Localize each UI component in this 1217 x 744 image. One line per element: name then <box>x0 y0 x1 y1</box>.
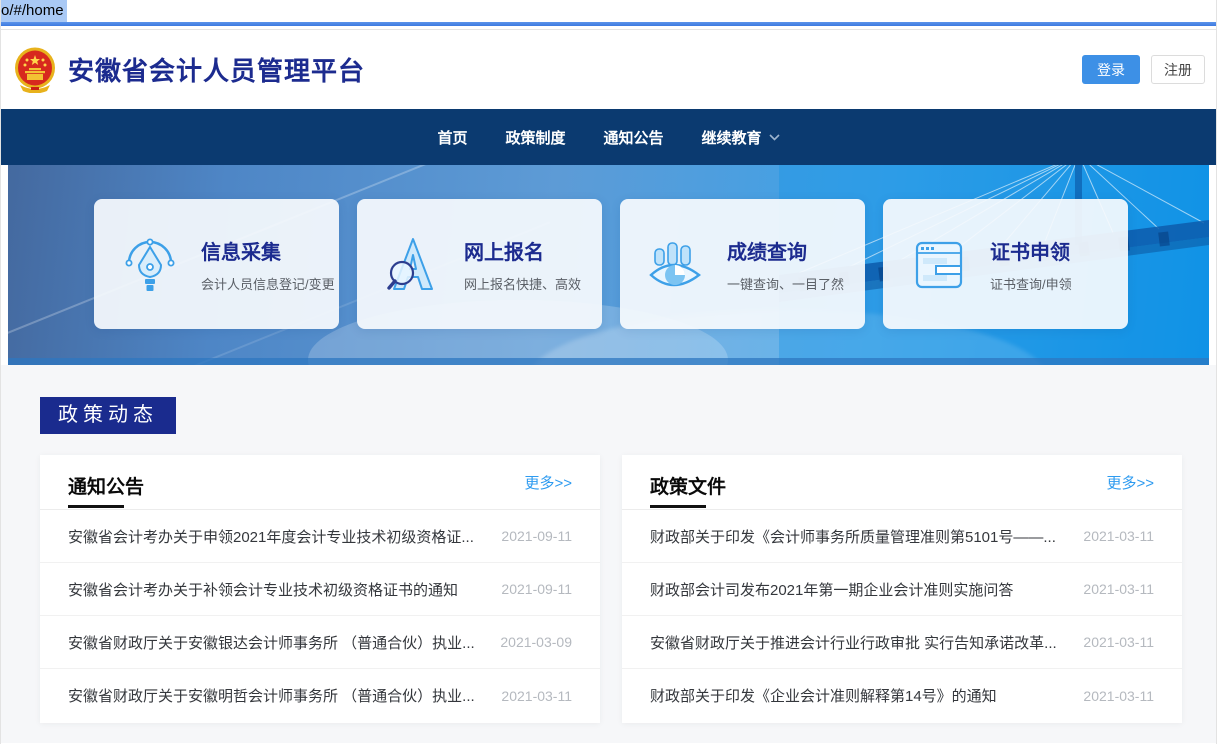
policy-files-panel: 政策文件 更多>> 财政部关于印发《会计师事务所质量管理准则第5101号——..… <box>622 455 1182 723</box>
policy-section: 政策动态 通知公告 更多>> 安徽省会计考办关于申领2021年度会计专业技术初级… <box>0 365 1217 743</box>
policy-title: 安徽省财政厅关于推进会计行业行政审批 实行告知承诺改革... <box>650 632 1057 653</box>
policy-title: 财政部关于印发《会计师事务所质量管理准则第5101号——... <box>650 526 1056 547</box>
national-emblem-logo <box>14 47 56 93</box>
card-subtitle: 会计人员信息登记/变更 <box>201 274 335 293</box>
policy-date: 2021-03-11 <box>1083 634 1154 650</box>
notice-title: 安徽省会计考办关于补领会计专业技术初级资格证书的通知 <box>68 579 458 600</box>
card-title: 证书申领 <box>990 236 1072 265</box>
card-certificate-application[interactable]: 证书申领 证书查询/申领 <box>883 199 1128 329</box>
pen-nib-icon <box>121 235 179 293</box>
list-item[interactable]: 安徽省会计考办关于申领2021年度会计专业技术初级资格证... 2021-09-… <box>40 510 600 563</box>
notice-date: 2021-09-11 <box>501 528 572 544</box>
nav-label: 通知公告 <box>604 127 664 148</box>
hero-banner: 信息采集 会计人员信息登记/变更 网上报名 网上报名快捷、高效 <box>8 165 1209 365</box>
list-item[interactable]: 财政部关于印发《企业会计准则解释第14号》的通知 2021-03-11 <box>622 669 1182 722</box>
notice-title: 安徽省财政厅关于安徽明哲会计师事务所 （普通合伙）执业... <box>68 685 475 706</box>
notices-panel: 通知公告 更多>> 安徽省会计考办关于申领2021年度会计专业技术初级资格证..… <box>40 455 600 723</box>
list-item[interactable]: 财政部关于印发《会计师事务所质量管理准则第5101号——... 2021-03-… <box>622 510 1182 563</box>
browser-url-bar[interactable]: o/#/home <box>0 0 1217 22</box>
nav-item-policy[interactable]: 政策制度 <box>505 127 565 148</box>
eye-chart-icon <box>647 235 705 293</box>
notice-title: 安徽省财政厅关于安徽银达会计师事务所 （普通合伙）执业... <box>68 632 475 653</box>
notices-more-link[interactable]: 更多>> <box>524 472 572 493</box>
card-title: 信息采集 <box>201 236 335 265</box>
banner-bottom-strip <box>8 358 1209 365</box>
list-item[interactable]: 安徽省财政厅关于安徽明哲会计师事务所 （普通合伙）执业... 2021-03-1… <box>40 669 600 722</box>
nav-item-notices[interactable]: 通知公告 <box>604 127 664 148</box>
notice-date: 2021-09-11 <box>501 581 572 597</box>
card-online-registration[interactable]: 网上报名 网上报名快捷、高效 <box>357 199 602 329</box>
url-text[interactable]: o/#/home <box>0 0 67 22</box>
list-item[interactable]: 安徽省会计考办关于补领会计专业技术初级资格证书的通知 2021-09-11 <box>40 563 600 616</box>
quick-action-cards: 信息采集 会计人员信息登记/变更 网上报名 网上报名快捷、高效 <box>94 199 1128 329</box>
page-title: 安徽省会计人员管理平台 <box>68 51 365 88</box>
policy-title: 财政部会计司发布2021年第一期企业会计准则实施问答 <box>650 579 1013 600</box>
policy-title: 财政部关于印发《企业会计准则解释第14号》的通知 <box>650 685 997 706</box>
nav-label: 继续教育 <box>702 127 762 148</box>
header-actions: 登录 注册 <box>1082 55 1205 84</box>
card-title: 成绩查询 <box>727 236 844 265</box>
notice-date: 2021-03-09 <box>500 634 572 650</box>
policy-dynamics-badge: 政策动态 <box>40 397 176 434</box>
panel-title: 政策文件 <box>650 466 726 499</box>
card-info-collection[interactable]: 信息采集 会计人员信息登记/变更 <box>94 199 339 329</box>
nav-item-home[interactable]: 首页 <box>437 127 467 148</box>
card-score-inquiry[interactable]: 成绩查询 一键查询、一目了然 <box>620 199 865 329</box>
register-button[interactable]: 注册 <box>1151 55 1205 84</box>
login-button[interactable]: 登录 <box>1082 55 1140 84</box>
card-subtitle: 证书查询/申领 <box>990 274 1072 293</box>
notice-date: 2021-03-11 <box>501 688 572 704</box>
main-navigation: 首页 政策制度 通知公告 继续教育 <box>0 109 1217 165</box>
policy-date: 2021-03-11 <box>1083 528 1154 544</box>
policy-date: 2021-03-11 <box>1083 581 1154 597</box>
list-item[interactable]: 安徽省财政厅关于安徽银达会计师事务所 （普通合伙）执业... 2021-03-0… <box>40 616 600 669</box>
notice-title: 安徽省会计考办关于申领2021年度会计专业技术初级资格证... <box>68 526 474 547</box>
site-header: 安徽省会计人员管理平台 登录 注册 <box>0 30 1217 109</box>
window-left-edge <box>0 0 1 744</box>
list-item[interactable]: 财政部会计司发布2021年第一期企业会计准则实施问答 2021-03-11 <box>622 563 1182 616</box>
nav-label: 政策制度 <box>505 127 565 148</box>
list-item[interactable]: 安徽省财政厅关于推进会计行业行政审批 实行告知承诺改革... 2021-03-1… <box>622 616 1182 669</box>
nav-label: 首页 <box>437 127 467 148</box>
card-subtitle: 网上报名快捷、高效 <box>464 274 581 293</box>
letter-a-search-icon <box>384 235 442 293</box>
chevron-down-icon <box>769 134 780 141</box>
policy-files-more-link[interactable]: 更多>> <box>1106 472 1154 493</box>
card-subtitle: 一键查询、一目了然 <box>727 274 844 293</box>
policy-date: 2021-03-11 <box>1083 688 1154 704</box>
certificate-icon <box>910 235 968 293</box>
panel-title: 通知公告 <box>68 466 144 499</box>
card-title: 网上报名 <box>464 236 581 265</box>
nav-item-continuing-education[interactable]: 继续教育 <box>702 127 780 148</box>
